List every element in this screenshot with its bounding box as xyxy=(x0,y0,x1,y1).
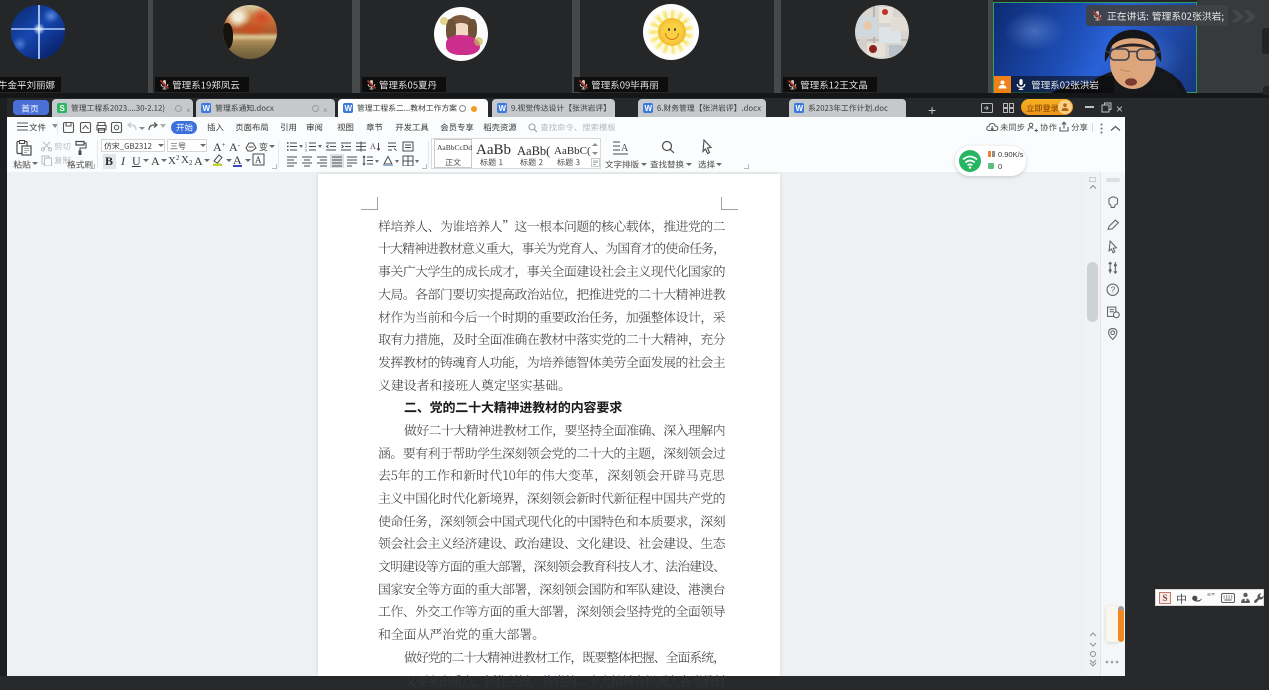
svg-text:A: A xyxy=(255,155,262,165)
svg-text:A: A xyxy=(621,143,628,154)
svg-text:3: 3 xyxy=(305,148,307,152)
svg-text:A: A xyxy=(370,142,376,151)
svg-text:?: ? xyxy=(1111,284,1116,294)
